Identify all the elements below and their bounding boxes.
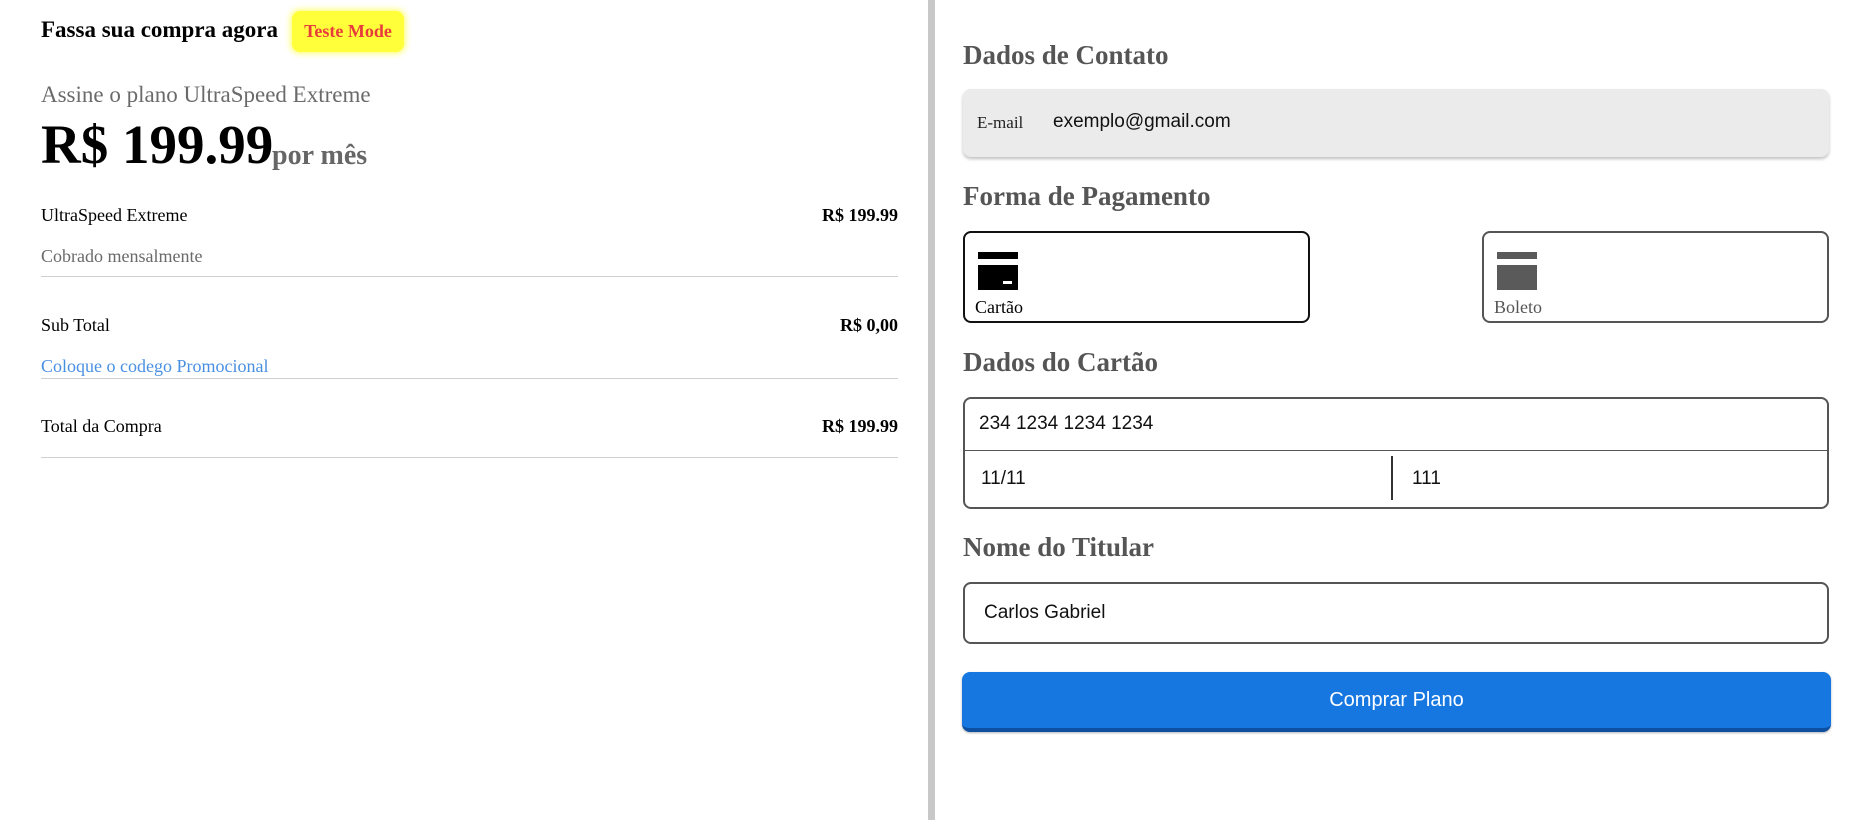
payment-option-boleto[interactable]: Boleto xyxy=(1482,231,1829,323)
total-value: R$ 199.99 xyxy=(822,416,898,436)
card-number-input[interactable]: 234 1234 1234 1234 xyxy=(979,413,1153,435)
card-field-divider xyxy=(965,450,1827,451)
store-title: Fassa sua compra agora xyxy=(41,17,279,42)
order-summary-panel: Fassa sua compra agora Teste Mode Assine… xyxy=(0,0,928,820)
buy-plan-button[interactable]: Comprar Plano xyxy=(962,672,1831,732)
item-name: UltraSpeed Extreme xyxy=(41,205,188,225)
card-section-title: Dados do Cartão xyxy=(963,347,1159,377)
payment-option-label: Cartão xyxy=(975,297,1023,317)
card-holder-value: Carlos Gabriel xyxy=(984,602,1106,623)
email-label: E-mail xyxy=(977,113,1024,132)
boleto-icon xyxy=(1497,252,1537,290)
card-expiry-input[interactable]: 11/11 xyxy=(981,468,1026,490)
plan-subtitle: Assine o plano UltraSpeed Extreme xyxy=(41,82,371,107)
test-mode-badge: Teste Mode xyxy=(292,11,404,52)
payment-option-label: Boleto xyxy=(1494,297,1542,317)
credit-card-icon xyxy=(978,252,1018,290)
billing-note: Cobrado mensalmente xyxy=(41,246,203,266)
billing-period: por mês xyxy=(272,140,368,171)
item-price: R$ 199.99 xyxy=(822,205,898,225)
card-details-group: 234 1234 1234 1234 11/11 111 xyxy=(963,397,1829,509)
holder-section-title: Nome do Titular xyxy=(963,532,1155,562)
panel-divider xyxy=(928,0,935,820)
subtotal-value: R$ 0,00 xyxy=(840,315,898,335)
divider-line xyxy=(41,378,898,379)
plan-price: R$ 199.99 xyxy=(41,114,274,175)
divider-line xyxy=(41,457,898,458)
payment-section-title: Forma de Pagamento xyxy=(963,181,1211,211)
payment-option-card[interactable]: Cartão xyxy=(963,231,1310,323)
contact-section-title: Dados de Contato xyxy=(963,40,1169,70)
email-field[interactable]: E-mail exemplo@gmail.com xyxy=(963,89,1829,157)
card-holder-input[interactable]: Carlos Gabriel xyxy=(963,582,1829,644)
card-cvc-input[interactable]: 111 xyxy=(1412,468,1441,490)
promo-code-link[interactable]: Coloque o codego Promocional xyxy=(41,356,268,377)
subtotal-label: Sub Total xyxy=(41,315,110,335)
divider-line xyxy=(41,276,898,277)
email-value[interactable]: exemplo@gmail.com xyxy=(1053,111,1231,133)
card-field-divider xyxy=(1391,456,1393,500)
total-label: Total da Compra xyxy=(41,416,162,436)
